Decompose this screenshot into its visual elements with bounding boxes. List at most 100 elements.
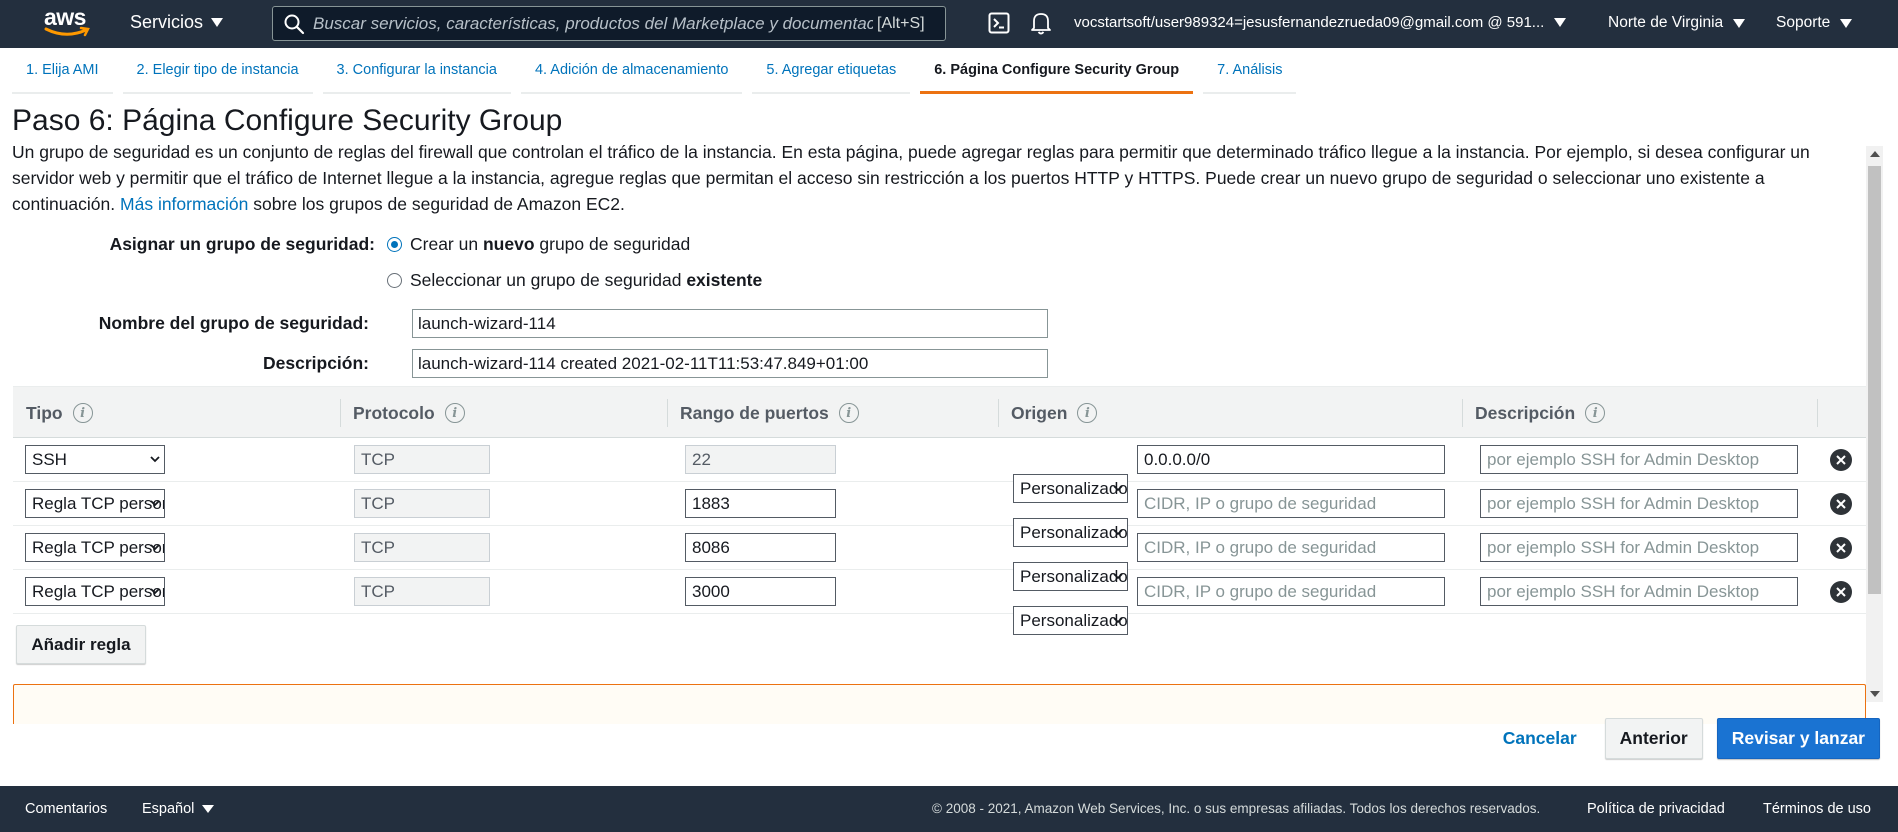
info-icon[interactable]: i — [444, 403, 465, 423]
scroll-up-arrow[interactable] — [1870, 151, 1880, 157]
type-value: Regla TCP personalizada — [32, 581, 164, 601]
remove-rule-button[interactable] — [1830, 537, 1852, 559]
group-name-input[interactable] — [412, 309, 1048, 338]
header-port-range: Rango de puertos i — [667, 387, 859, 439]
services-menu[interactable]: Servicios — [130, 12, 224, 33]
caret-down-icon — [202, 805, 215, 813]
radio-new-group[interactable] — [387, 237, 402, 252]
header-protocol: Protocolo i — [340, 387, 465, 439]
rule-description-input[interactable]: por ejemplo SSH for Admin Desktop — [1480, 533, 1798, 562]
group-description-input[interactable] — [412, 349, 1048, 378]
caret-down-icon — [1840, 18, 1853, 28]
column-divider — [1817, 399, 1818, 427]
rule-description-input[interactable]: por ejemplo SSH for Admin Desktop — [1480, 445, 1798, 474]
type-select[interactable]: Regla TCP personalizada — [25, 489, 165, 518]
aws-logo[interactable]: aws — [44, 6, 94, 42]
caret-down-icon — [1733, 18, 1746, 28]
region-label: Norte de Virginia — [1608, 14, 1724, 31]
chevron-down-icon — [1113, 617, 1123, 624]
port-range-input[interactable]: 1883 — [685, 489, 836, 518]
chevron-down-icon — [150, 544, 160, 551]
remove-rule-button[interactable] — [1830, 449, 1852, 471]
language-label: Español — [142, 801, 195, 817]
step-review[interactable]: 7. Análisis — [1203, 48, 1297, 94]
header-type: Tipo i — [26, 387, 93, 439]
group-description-label: Descripción: — [263, 353, 369, 373]
option-new-group[interactable]: Crear un nuevo grupo de seguridad — [387, 234, 690, 255]
rules-table: Tipo i Protocolo i Rango de puertos i Or… — [13, 386, 1866, 635]
protocol-field: TCP — [354, 577, 490, 606]
type-value: Regla TCP personalizada — [32, 493, 164, 513]
source-cidr-input[interactable]: 0.0.0.0/0 — [1137, 445, 1445, 474]
search-icon — [284, 14, 305, 34]
source-type-select[interactable]: Personalizado — [1013, 606, 1128, 635]
review-and-launch-button[interactable]: Revisar y lanzar — [1716, 718, 1880, 759]
page-title: Paso 6: Página Configure Security Group — [12, 104, 563, 137]
aws-logo-text: aws — [44, 4, 86, 30]
support-menu[interactable]: Soporte — [1776, 14, 1853, 32]
source-cidr-input[interactable]: CIDR, IP o grupo de seguridad — [1137, 533, 1445, 562]
header-source: Origen i — [998, 387, 1098, 439]
step-instance-type[interactable]: 2. Elegir tipo de instancia — [122, 48, 313, 94]
info-icon[interactable]: i — [838, 403, 859, 423]
close-icon — [1836, 499, 1846, 509]
column-divider — [1462, 399, 1463, 427]
cancel-button[interactable]: Cancelar — [1489, 728, 1591, 749]
option-new-bold: nuevo — [482, 234, 535, 254]
port-range-input[interactable]: 8086 — [685, 533, 836, 562]
step-add-storage[interactable]: 4. Adición de almacenamiento — [520, 48, 743, 94]
protocol-field: TCP — [354, 533, 490, 562]
region-menu[interactable]: Norte de Virginia — [1608, 14, 1746, 32]
account-menu[interactable]: vocstartsoft/user989324=jesusfernandezru… — [1074, 14, 1567, 31]
table-row: Regla TCP personalizada TCP 3000 Persona… — [13, 570, 1866, 635]
feedback-link[interactable]: Comentarios — [25, 801, 107, 817]
add-rule-button[interactable]: Añadir regla — [16, 625, 146, 664]
terms-link[interactable]: Términos de uso — [1763, 801, 1871, 817]
search-input[interactable] — [313, 13, 873, 34]
intro-tail: sobre los grupos de seguridad de Amazon … — [253, 194, 625, 214]
type-value: Regla TCP personalizada — [32, 537, 164, 557]
source-cidr-input[interactable]: CIDR, IP o grupo de seguridad — [1137, 577, 1445, 606]
bell-icon[interactable] — [1030, 11, 1052, 35]
radio-existing-group[interactable] — [387, 273, 402, 288]
info-icon[interactable]: i — [72, 403, 93, 423]
protocol-field: TCP — [354, 445, 490, 474]
type-select[interactable]: SSH — [25, 445, 165, 474]
cloudshell-icon[interactable] — [988, 12, 1010, 34]
table-header: Tipo i Protocolo i Rango de puertos i Or… — [13, 386, 1866, 438]
privacy-link[interactable]: Política de privacidad — [1587, 801, 1725, 817]
type-select[interactable]: Regla TCP personalizada — [25, 533, 165, 562]
step-security-group[interactable]: 6. Página Configure Security Group — [920, 48, 1194, 94]
remove-rule-button[interactable] — [1830, 493, 1852, 515]
scroll-down-arrow[interactable] — [1870, 691, 1880, 697]
rule-description-input[interactable]: por ejemplo SSH for Admin Desktop — [1480, 577, 1798, 606]
header-source-label: Origen — [1011, 402, 1068, 423]
info-icon[interactable]: i — [1585, 403, 1606, 423]
option-new-post: grupo de seguridad — [539, 234, 691, 254]
step-choose-ami[interactable]: 1. Elija AMI — [12, 48, 113, 94]
rule-description-input[interactable]: por ejemplo SSH for Admin Desktop — [1480, 489, 1798, 518]
chevron-down-icon — [150, 588, 160, 595]
search-bar[interactable]: [Alt+S] — [272, 6, 946, 41]
option-existing-group[interactable]: Seleccionar un grupo de seguridad existe… — [387, 270, 762, 291]
option-existing-pre: Seleccionar un grupo de seguridad — [410, 270, 682, 290]
step-add-tags[interactable]: 5. Agregar etiquetas — [752, 48, 911, 94]
chevron-down-icon — [150, 456, 160, 463]
previous-button[interactable]: Anterior — [1604, 718, 1703, 759]
source-cidr-input[interactable]: CIDR, IP o grupo de seguridad — [1137, 489, 1445, 518]
type-select[interactable]: Regla TCP personalizada — [25, 577, 165, 606]
info-icon[interactable]: i — [1077, 403, 1098, 423]
close-icon — [1836, 587, 1846, 597]
language-selector[interactable]: Español — [142, 801, 215, 817]
vertical-scrollbar[interactable] — [1866, 146, 1883, 702]
more-info-link[interactable]: Más información — [120, 194, 248, 214]
step-configure-instance[interactable]: 3. Configurar la instancia — [322, 48, 511, 94]
option-existing-bold: existente — [686, 270, 763, 290]
account-label: vocstartsoft/user989324=jesusfernandezru… — [1074, 14, 1545, 31]
remove-rule-button[interactable] — [1830, 581, 1852, 603]
protocol-field: TCP — [354, 489, 490, 518]
column-divider — [998, 399, 999, 427]
scrollbar-thumb[interactable] — [1868, 166, 1881, 594]
header-port-label: Rango de puertos — [680, 402, 829, 423]
port-range-input[interactable]: 3000 — [685, 577, 836, 606]
